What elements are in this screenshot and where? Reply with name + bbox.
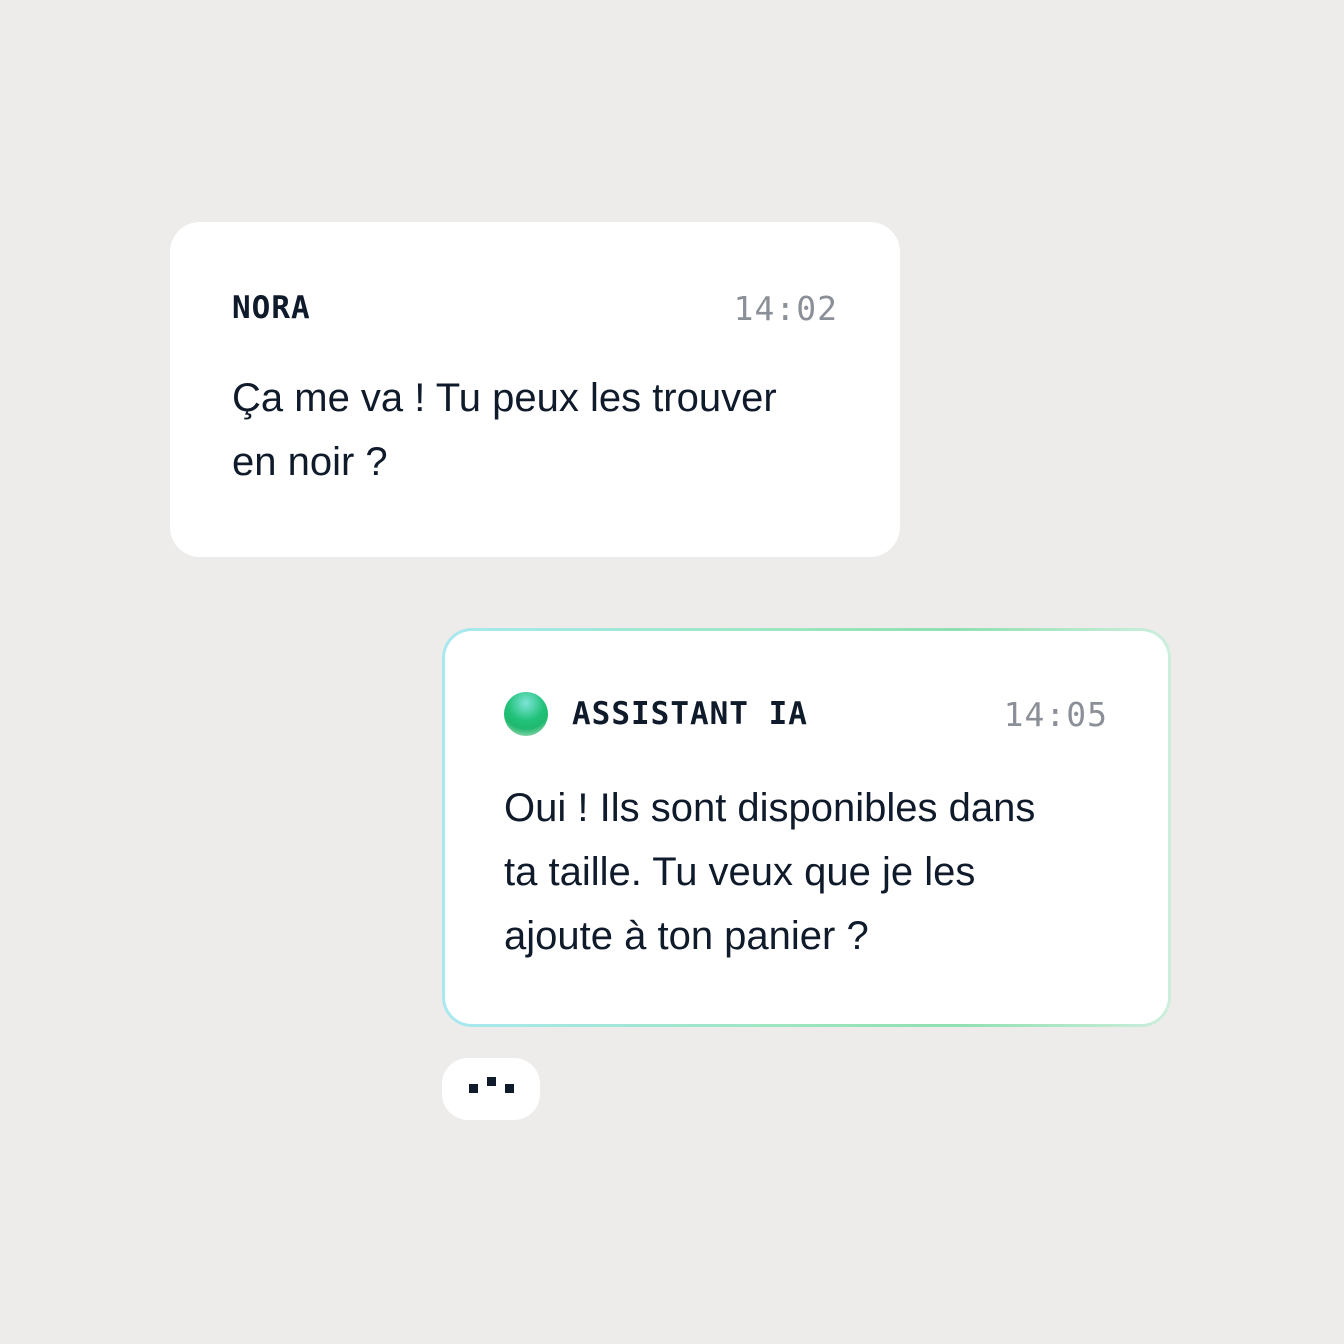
- typing-indicator: [442, 1058, 540, 1120]
- typing-dot: [487, 1077, 496, 1086]
- message-header: NORA 14:02: [232, 288, 838, 328]
- sender-name: ASSISTANT IA: [572, 696, 808, 732]
- message-text: Ça me va ! Tu peux les trouver en noir ?: [232, 376, 777, 484]
- typing-dot: [505, 1084, 514, 1093]
- ai-avatar-icon: [504, 692, 548, 736]
- assistant-message-bubble: ASSISTANT IA 14:05 Oui ! Ils sont dispon…: [445, 631, 1168, 1024]
- message-header: ASSISTANT IA 14:05: [504, 692, 1108, 736]
- typing-dots-icon: [469, 1084, 478, 1093]
- assistant-message-border: ASSISTANT IA 14:05 Oui ! Ils sont dispon…: [442, 628, 1171, 1027]
- message-text: Oui ! Ils sont disponibles dans ta taill…: [504, 786, 1036, 958]
- message-timestamp: 14:02: [733, 288, 838, 328]
- user-message-bubble: NORA 14:02 Ça me va ! Tu peux les trouve…: [170, 222, 900, 557]
- message-timestamp: 14:05: [1003, 694, 1108, 734]
- sender-name: NORA: [232, 290, 311, 326]
- sender-group: ASSISTANT IA: [504, 692, 808, 736]
